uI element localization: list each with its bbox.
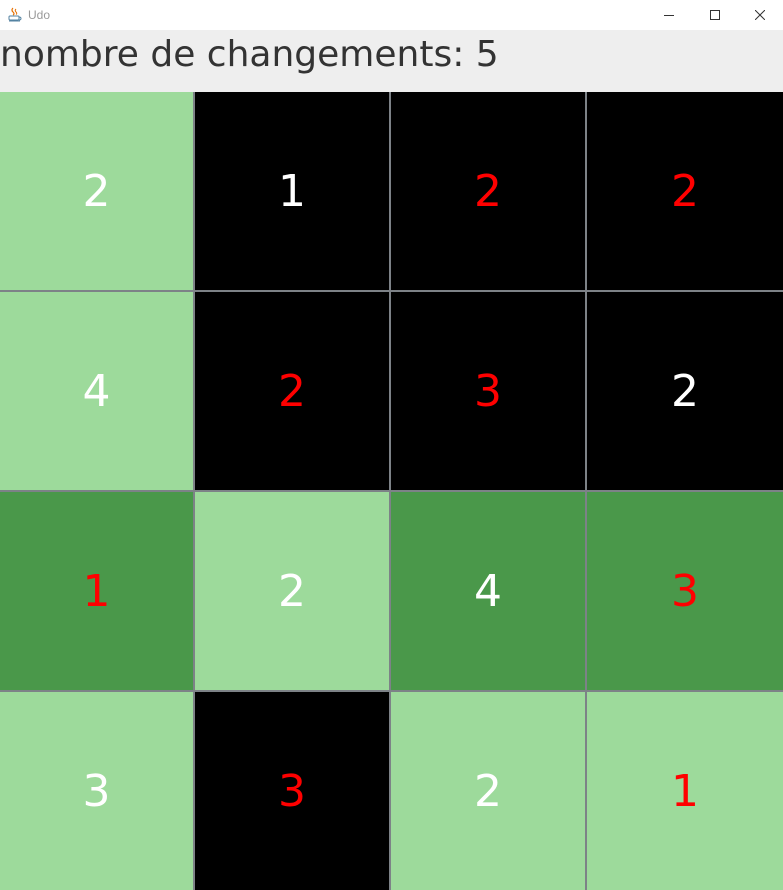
grid-cell[interactable]: 2	[195, 292, 391, 492]
minimize-button[interactable]	[646, 0, 692, 30]
title-bar[interactable]: Udo	[0, 0, 783, 30]
close-button[interactable]	[737, 0, 783, 30]
header-panel: nombre de changements: 5	[0, 30, 783, 92]
grid-cell[interactable]: 2	[0, 92, 195, 292]
grid-cell[interactable]: 2	[391, 92, 587, 292]
java-icon	[8, 7, 22, 22]
maximize-icon	[710, 10, 720, 20]
grid-cell[interactable]: 3	[0, 692, 195, 890]
grid-cell[interactable]: 2	[195, 492, 391, 692]
grid-cell[interactable]: 2	[587, 92, 783, 292]
grid-cell[interactable]: 1	[587, 692, 783, 890]
grid-cell[interactable]: 1	[0, 492, 195, 692]
grid-cell[interactable]: 2	[391, 692, 587, 890]
minimize-icon	[664, 15, 674, 16]
grid-cell[interactable]: 3	[195, 692, 391, 890]
grid-cell[interactable]: 4	[0, 292, 195, 492]
close-icon	[755, 10, 765, 20]
grid-cell[interactable]: 1	[195, 92, 391, 292]
game-grid: 2 1 2 2 4 2 3 2 1 2 4 3 3 3 2 1	[0, 92, 783, 890]
app-window: Udo nombre de changements: 5 2 1 2 2 4 2…	[0, 0, 783, 890]
change-counter-label: nombre de changements: 5	[0, 34, 499, 75]
grid-cell[interactable]: 3	[587, 492, 783, 692]
maximize-button[interactable]	[692, 0, 738, 30]
grid-cell[interactable]: 3	[391, 292, 587, 492]
window-title: Udo	[28, 8, 51, 22]
grid-cell[interactable]: 2	[587, 292, 783, 492]
grid-cell[interactable]: 4	[391, 492, 587, 692]
